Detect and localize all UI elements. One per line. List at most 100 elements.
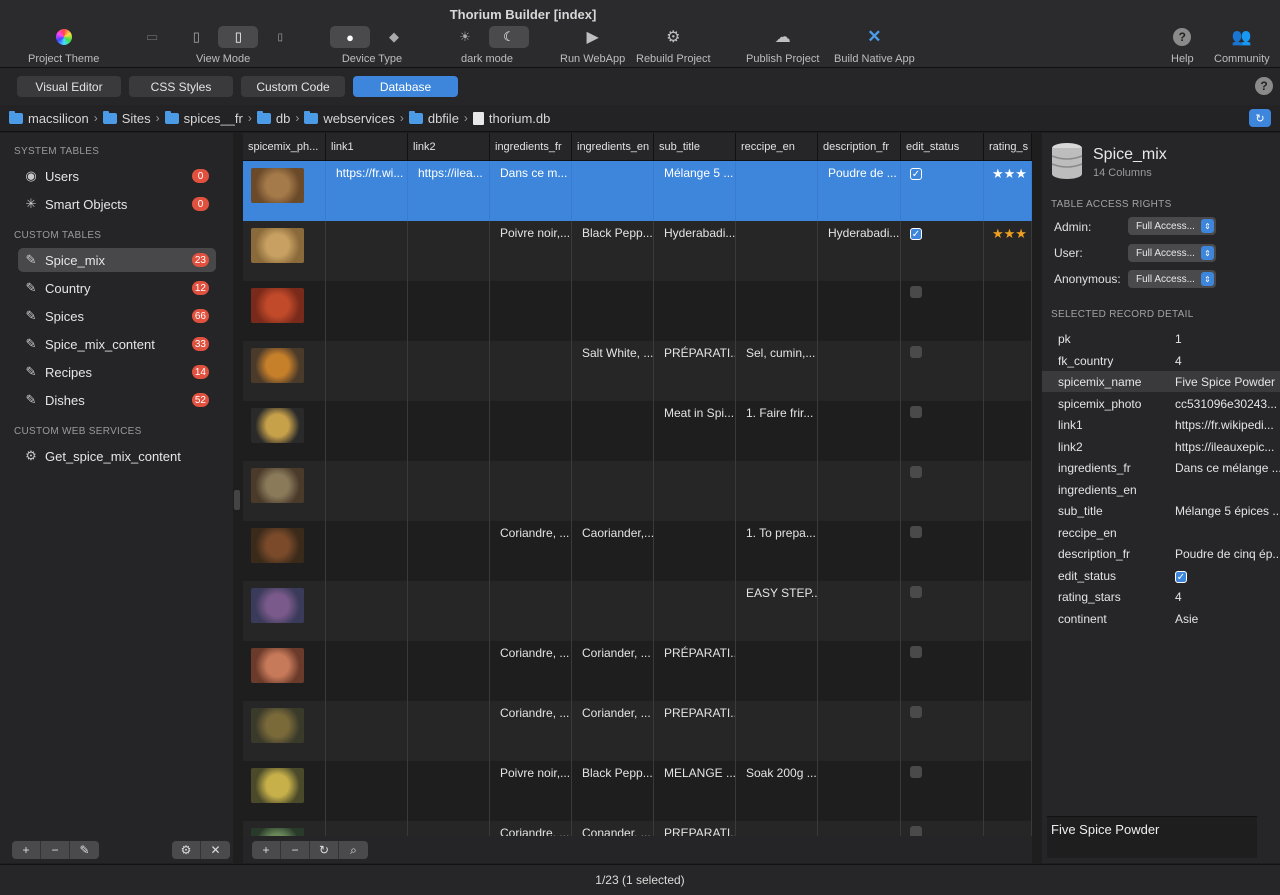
detail-row[interactable]: spicemix_name Five Spice Powder [1042, 371, 1280, 392]
cell-ingredients-en[interactable] [572, 401, 654, 461]
small-phone-icon[interactable]: ▯ [260, 26, 300, 48]
cell-description-fr[interactable]: Hyderabadi... [818, 221, 901, 281]
moon-icon[interactable]: ☾ [489, 26, 529, 48]
cell-link2[interactable] [408, 401, 490, 461]
cell-reccipe-en[interactable]: EASY STEP... [736, 581, 818, 641]
table-row[interactable]: EASY STEP... [243, 581, 1032, 641]
cell-link2[interactable] [408, 581, 490, 641]
tab-custom-code[interactable]: Custom Code [241, 76, 345, 97]
column-header[interactable]: rating_s [984, 133, 1032, 161]
cell-reccipe-en[interactable]: Sel, cumin,... [736, 341, 818, 401]
cell-link1[interactable] [326, 641, 408, 701]
sidebar-item-spices[interactable]: ✎ Spices 66 [18, 304, 216, 328]
edit-status-checkbox[interactable] [910, 766, 922, 778]
table-row[interactable] [243, 461, 1032, 521]
cell-ingredients-fr[interactable] [490, 581, 572, 641]
cell-link2[interactable] [408, 221, 490, 281]
cell-ingredients-en[interactable]: Coriander, ... [572, 701, 654, 761]
cell-link2[interactable] [408, 461, 490, 521]
cell-ingredients-en[interactable] [572, 461, 654, 521]
run-webapp-button[interactable]: ▶ Run WebApp [560, 26, 625, 65]
table-row[interactable]: Coriandre, ... Conander, ... PREPARATI... [243, 821, 1032, 836]
cell-link2[interactable] [408, 821, 490, 836]
sidebar-item-dishes[interactable]: ✎ Dishes 52 [18, 388, 216, 412]
tab-visual-editor[interactable]: Visual Editor [17, 76, 121, 97]
column-header[interactable]: link2 [408, 133, 490, 161]
detail-value[interactable]: 4 [1175, 354, 1280, 368]
detail-row[interactable]: rating_stars 4 [1042, 586, 1280, 607]
cell-edit-status[interactable] [901, 461, 984, 521]
column-header[interactable]: ingredients_fr [490, 133, 572, 161]
photo-cell[interactable] [243, 341, 326, 401]
cell-sub-title[interactable]: PREPARATI... [654, 821, 736, 836]
detail-row[interactable]: continent Asie [1042, 608, 1280, 629]
cell-link1[interactable] [326, 341, 408, 401]
cell-ingredients-fr[interactable] [490, 401, 572, 461]
cell-edit-status[interactable] [901, 701, 984, 761]
cell-link1[interactable] [326, 701, 408, 761]
photo-cell[interactable] [243, 281, 326, 341]
cell-link1[interactable] [326, 821, 408, 836]
help-icon[interactable]: ? [1255, 77, 1273, 95]
photo-cell[interactable] [243, 581, 326, 641]
detail-value[interactable]: Mélange 5 épices ... [1175, 504, 1280, 518]
cell-link1[interactable] [326, 221, 408, 281]
cell-edit-status[interactable] [901, 761, 984, 821]
user-access-select[interactable]: Full Access... ⇕ [1128, 244, 1216, 262]
cell-link2[interactable] [408, 641, 490, 701]
desktop-icon[interactable]: ▭ [146, 29, 158, 45]
add-table-button[interactable]: + [12, 841, 41, 859]
edit-status-checkbox[interactable] [910, 706, 922, 718]
breadcrumb-item[interactable]: macsilicon [9, 110, 89, 126]
detail-row[interactable]: pk 1 [1042, 328, 1280, 349]
edit-status-checkbox[interactable] [910, 286, 922, 298]
cell-reccipe-en[interactable] [736, 161, 818, 221]
cell-sub-title[interactable]: PREPARATI... [654, 701, 736, 761]
table-row[interactable]: Poivre noir,... Black Pepp... MELANGE ... S… [243, 761, 1032, 821]
breadcrumb-item[interactable]: thorium.db [472, 111, 550, 126]
cell-link1[interactable] [326, 401, 408, 461]
detail-value[interactable]: 1 [1175, 332, 1280, 346]
cell-ingredients-en[interactable] [572, 581, 654, 641]
detail-row[interactable]: sub_title Mélange 5 épices ... [1042, 500, 1280, 521]
breadcrumb-item[interactable]: dbfile [408, 110, 459, 126]
photo-cell[interactable] [243, 701, 326, 761]
cell-description-fr[interactable] [818, 521, 901, 581]
detail-value[interactable]: https://ileauxepic... [1175, 440, 1280, 454]
cell-edit-status[interactable] [901, 641, 984, 701]
column-header[interactable]: spicemix_ph... [243, 133, 326, 161]
cell-reccipe-en[interactable]: 1. Faire frir... [736, 401, 818, 461]
cell-sub-title[interactable]: Hyderabadi... [654, 221, 736, 281]
edit-status-checkbox[interactable]: ✓ [910, 168, 922, 180]
column-header[interactable]: sub_title [654, 133, 736, 161]
cell-ingredients-en[interactable]: Coriander, ... [572, 641, 654, 701]
cell-link1[interactable]: https://fr.wi... [326, 161, 408, 221]
photo-cell[interactable] [243, 521, 326, 581]
cell-sub-title[interactable] [654, 521, 736, 581]
column-header[interactable]: edit_status [901, 133, 984, 161]
cell-link2[interactable] [408, 341, 490, 401]
edit-status-checkbox[interactable] [910, 646, 922, 658]
cell-link1[interactable] [326, 581, 408, 641]
splitter-handle[interactable] [234, 490, 240, 510]
photo-cell[interactable] [243, 401, 326, 461]
cell-ingredients-en[interactable]: Conander, ... [572, 821, 654, 836]
detail-row[interactable]: edit_status ✓ [1042, 565, 1280, 586]
cell-ingredients-en[interactable]: Black Pepp... [572, 761, 654, 821]
dark-mode-control[interactable]: ☀ ☾ dark mode [445, 26, 529, 65]
cell-ingredients-en[interactable] [572, 281, 654, 341]
cell-ingredients-fr[interactable]: Coriandre, ... [490, 821, 572, 836]
field-value-editor[interactable]: Five Spice Powder [1047, 816, 1257, 858]
admin-access-select[interactable]: Full Access... ⇕ [1128, 217, 1216, 235]
cell-description-fr[interactable]: Poudre de ... [818, 161, 901, 221]
cell-description-fr[interactable] [818, 341, 901, 401]
cell-sub-title[interactable]: Mélange 5 ... [654, 161, 736, 221]
photo-cell[interactable] [243, 461, 326, 521]
sidebar-item-get-spice-mix-content[interactable]: ⚙ Get_spice_mix_content [18, 444, 216, 468]
cell-edit-status[interactable] [901, 281, 984, 341]
cell-link1[interactable] [326, 461, 408, 521]
build-native-app-button[interactable]: ✕ Build Native App [834, 26, 915, 65]
apple-icon[interactable]: ● [330, 26, 370, 48]
cell-edit-status[interactable]: ✓ [901, 161, 984, 221]
community-button[interactable]: 👥 Community [1214, 26, 1270, 65]
